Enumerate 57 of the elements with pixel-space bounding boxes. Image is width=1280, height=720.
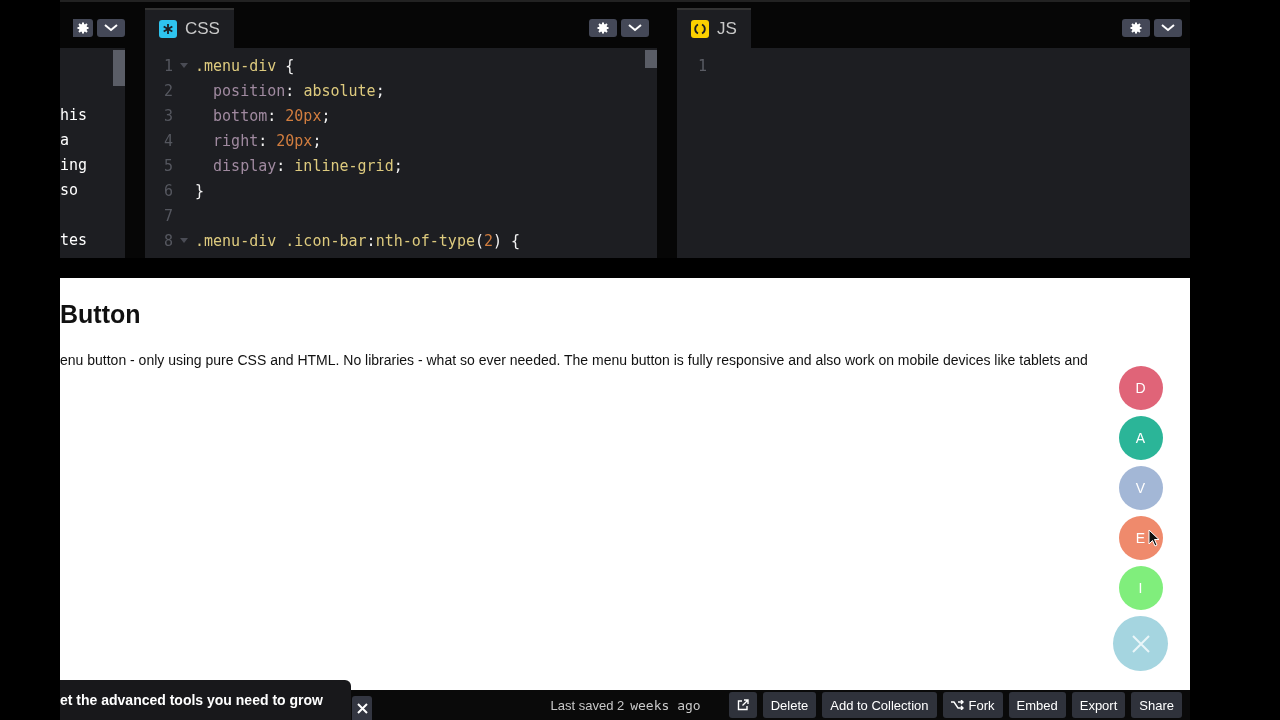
collapse-button[interactable] [1154,19,1182,37]
line-number: 1 [696,56,707,75]
asterisk-icon [159,20,177,38]
chevron-down-icon [628,24,642,32]
code-line: .menu-div .icon-bar:nth-of-type(2) { [195,231,521,250]
line-number: 3 [162,106,173,125]
settings-icon [1130,22,1142,34]
code-line: bottom: 20px; [212,106,331,125]
last-saved-time: weeks ago [630,697,701,713]
code-text: his [60,106,88,124]
collapse-button[interactable] [97,19,125,37]
braces-icon [691,20,709,38]
code-line: right: 20px; [212,131,322,150]
line-number: 5 [162,156,173,175]
close-button[interactable] [352,696,372,720]
line-number: 2 [162,81,173,100]
footer-button[interactable]: Add to Collection [822,692,937,718]
code-line: display: inline-grid; [212,156,403,175]
close-icon [356,702,368,714]
promo-text: et the advanced tools you need to grow [60,692,323,708]
code-line: position: absolute; [212,81,385,100]
mouse-cursor-icon [1148,529,1160,547]
settings-icon [77,22,89,34]
settings-button[interactable] [1122,19,1150,37]
code-line: } [195,181,205,200]
page-heading: Button [60,300,142,329]
chevron-down-icon [1161,24,1175,32]
line-number: 1 [162,56,173,75]
fork-icon [950,700,964,710]
chevron-down-icon [104,24,118,32]
collapse-button[interactable] [621,19,649,37]
code-line: .menu-div { [195,56,295,75]
description-text: enu button - only using pure CSS and HTML. No libraries - what so ever needed. The menu button is fully responsive and also work on mobile devices like tablets and [60,352,1089,368]
open-external-button[interactable] [728,692,757,718]
external-link-icon [736,699,749,711]
footer-button[interactable]: Embed [1008,692,1066,718]
code-text: ing [60,156,88,174]
footer-button[interactable]: Share [1131,692,1182,718]
line-number: 4 [162,131,173,150]
settings-button[interactable] [73,19,93,37]
fork-button[interactable]: Fork [942,692,1003,718]
footer-button[interactable]: Delete [762,692,817,718]
scrollbar-thumb[interactable] [113,50,125,86]
line-number: 7 [162,206,173,225]
code-text: so [60,181,79,199]
settings-button[interactable] [589,19,617,37]
css-tab[interactable]: CSS [145,8,234,48]
line-number: 6 [162,181,173,200]
footer-button[interactable]: Export [1071,692,1126,718]
code-text: a [60,131,70,149]
last-saved-text: Last saved 2 [550,697,625,713]
settings-icon [597,22,609,34]
code-text: tes [60,231,88,249]
line-number: 8 [162,231,173,250]
js-tab[interactable]: JS [677,8,751,48]
close-icon [1131,634,1150,653]
scrollbar-thumb[interactable] [645,50,657,68]
